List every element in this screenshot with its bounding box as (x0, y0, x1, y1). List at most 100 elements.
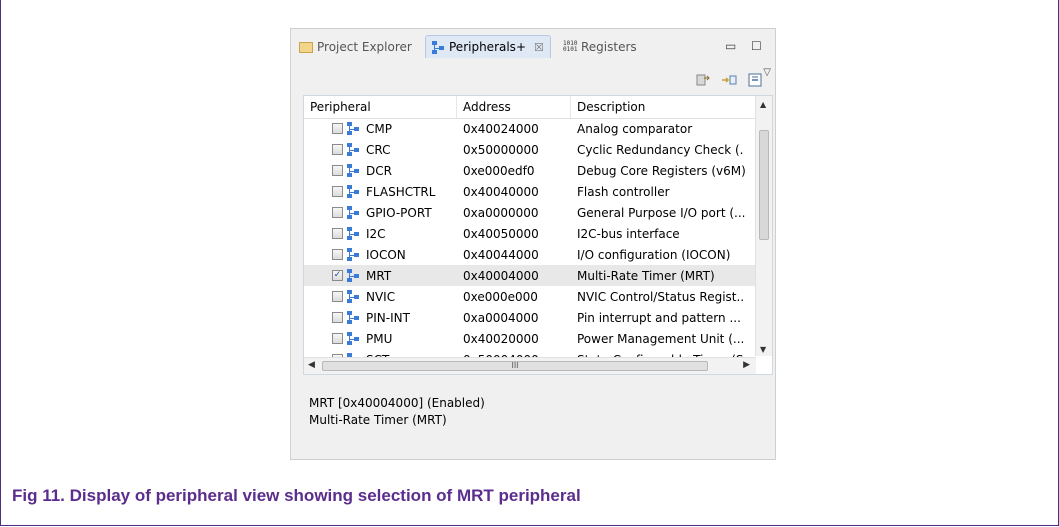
description-cell: I2C-bus interface (577, 226, 680, 241)
peripheral-name: PIN-INT (366, 310, 410, 325)
table-row[interactable]: PMU 0x40020000 Power Management Unit (... (304, 328, 756, 349)
description-cell: Pin interrupt and pattern ... (577, 310, 741, 325)
peripheral-cell: FLASHCTRL (304, 185, 457, 199)
peripheral-cell: DCR (304, 164, 457, 178)
peripheral-icon (347, 206, 360, 219)
peripheral-cell: PIN-INT (304, 311, 457, 325)
collapse-icon[interactable] (747, 73, 763, 87)
peripheral-icon (347, 143, 360, 156)
export-icon[interactable] (721, 73, 737, 87)
table-row[interactable]: GPIO-PORT 0xa0000000 General Purpose I/O p… (304, 202, 756, 223)
peripheral-name: CRC (366, 142, 391, 157)
maximize-icon[interactable]: ☐ (751, 39, 762, 53)
view-toolbar (695, 73, 763, 87)
peripheral-checkbox[interactable] (332, 333, 343, 344)
scroll-grip: III (511, 361, 519, 370)
table-row[interactable]: I2C 0x40050000 I2C-bus interface (304, 223, 756, 244)
address-cell: 0xa0004000 (463, 310, 539, 325)
peripheral-name: PMU (366, 331, 393, 346)
table-row[interactable]: CMP 0x40024000 Analog comparator (304, 118, 756, 139)
table-row[interactable]: DCR 0xe000edf0 Debug Core Registers (v6M) (304, 160, 756, 181)
peripheral-checkbox[interactable] (332, 291, 343, 302)
address-cell: 0x40050000 (463, 226, 539, 241)
peripheral-icon (347, 290, 360, 303)
peripheral-name: DCR (366, 163, 392, 178)
tab-peripherals-label: Peripherals+ (449, 40, 526, 54)
tab-project-explorer-label: Project Explorer (317, 40, 412, 54)
peripheral-cell: I2C (304, 227, 457, 241)
peripheral-name: IOCON (366, 247, 406, 262)
description-cell: Multi-Rate Timer (MRT) (577, 268, 715, 283)
table-header: Peripheral Address Description (304, 96, 756, 119)
peripheral-cell: PMU (304, 332, 457, 346)
tab-project-explorer[interactable]: Project Explorer (299, 37, 412, 57)
table-rows: CMP 0x40024000 Analog comparator CRC 0x50000… (304, 118, 756, 370)
peripheral-icon (347, 269, 360, 282)
peripheral-icon (347, 122, 360, 135)
peripherals-table: Peripheral Address Description CMP 0x4002… (303, 95, 773, 375)
address-cell: 0x40044000 (463, 247, 539, 262)
status-line-2: Multi-Rate Timer (MRT) (309, 413, 447, 427)
peripheral-icon (347, 248, 360, 261)
peripheral-cell: GPIO-PORT (304, 206, 457, 220)
description-cell: Analog comparator (577, 121, 693, 136)
peripheral-name: NVIC (366, 289, 396, 304)
peripheral-name: FLASHCTRL (366, 184, 436, 199)
peripherals-view-panel: Project Explorer Peripherals+ ☒ 1010 0101… (290, 28, 776, 460)
view-menu-icon[interactable]: ▽ (763, 67, 771, 78)
status-line-1: MRT [0x40004000] (Enabled) (309, 396, 485, 410)
address-cell: 0x40020000 (463, 331, 539, 346)
tab-registers-label: Registers (581, 40, 637, 54)
column-description[interactable]: Description (571, 96, 756, 118)
peripheral-checkbox[interactable] (332, 186, 343, 197)
column-peripheral[interactable]: Peripheral (304, 96, 457, 118)
horizontal-scrollbar[interactable]: ◀ III ▶ (304, 357, 756, 374)
table-row[interactable]: PIN-INT 0xa0004000 Pin interrupt and patte… (304, 307, 756, 328)
scroll-down-icon[interactable]: ▼ (760, 345, 766, 354)
tab-registers[interactable]: 1010 0101 Registers (563, 37, 637, 57)
peripheral-icon (432, 40, 445, 54)
table-row[interactable]: NVIC 0xe000e000 NVIC Control/Status Regist… (304, 286, 756, 307)
peripheral-cell: CRC (304, 143, 457, 157)
peripheral-icon (347, 185, 360, 198)
peripheral-cell: NVIC (304, 290, 457, 304)
peripheral-checkbox[interactable] (332, 144, 343, 155)
tab-bar: Project Explorer Peripherals+ ☒ 1010 0101… (291, 29, 775, 65)
peripheral-name: CMP (366, 121, 392, 136)
address-cell: 0x40024000 (463, 121, 539, 136)
peripheral-checkbox[interactable] (332, 249, 343, 260)
description-cell: Flash controller (577, 184, 670, 199)
table-row[interactable]: ✓ MRT 0x40004000 Multi-Rate Timer (MRT) (304, 265, 756, 286)
scroll-left-icon[interactable]: ◀ (308, 360, 315, 370)
table-row[interactable]: FLASHCTRL 0x40040000 Flash controller (304, 181, 756, 202)
horizontal-scroll-thumb[interactable]: III (322, 361, 708, 371)
peripheral-name: MRT (366, 268, 392, 283)
folder-icon (299, 41, 313, 53)
import-icon[interactable] (695, 73, 711, 87)
address-cell: 0xa0000000 (463, 205, 539, 220)
peripheral-icon (347, 332, 360, 345)
table-row[interactable]: IOCON 0x40044000 I/O configuration (IOCON) (304, 244, 756, 265)
address-cell: 0x40040000 (463, 184, 539, 199)
peripheral-name: I2C (366, 226, 386, 241)
tab-peripherals[interactable]: Peripherals+ ☒ (425, 35, 551, 58)
peripheral-checkbox[interactable] (332, 123, 343, 134)
peripheral-checkbox[interactable] (332, 207, 343, 218)
peripheral-icon (347, 227, 360, 240)
vertical-scroll-thumb[interactable] (759, 130, 769, 240)
scroll-up-icon[interactable]: ▲ (760, 100, 766, 109)
peripheral-checkbox[interactable] (332, 312, 343, 323)
registers-icon: 1010 0101 (563, 40, 578, 53)
close-tab-icon[interactable]: ☒ (534, 41, 544, 54)
scroll-right-icon[interactable]: ▶ (743, 360, 750, 370)
table-row[interactable]: CRC 0x50000000 Cyclic Redundancy Check (. (304, 139, 756, 160)
peripheral-checkbox[interactable]: ✓ (332, 270, 343, 281)
address-cell: 0xe000edf0 (463, 163, 535, 178)
peripheral-checkbox[interactable] (332, 165, 343, 176)
column-address[interactable]: Address (457, 96, 571, 118)
figure-caption: Fig 11. Display of peripheral view showi… (12, 486, 581, 505)
peripheral-checkbox[interactable] (332, 228, 343, 239)
peripheral-cell: ✓ MRT (304, 269, 457, 283)
minimize-icon[interactable]: ▭ (725, 39, 736, 53)
vertical-scrollbar[interactable]: ▲ ▼ (755, 96, 772, 356)
